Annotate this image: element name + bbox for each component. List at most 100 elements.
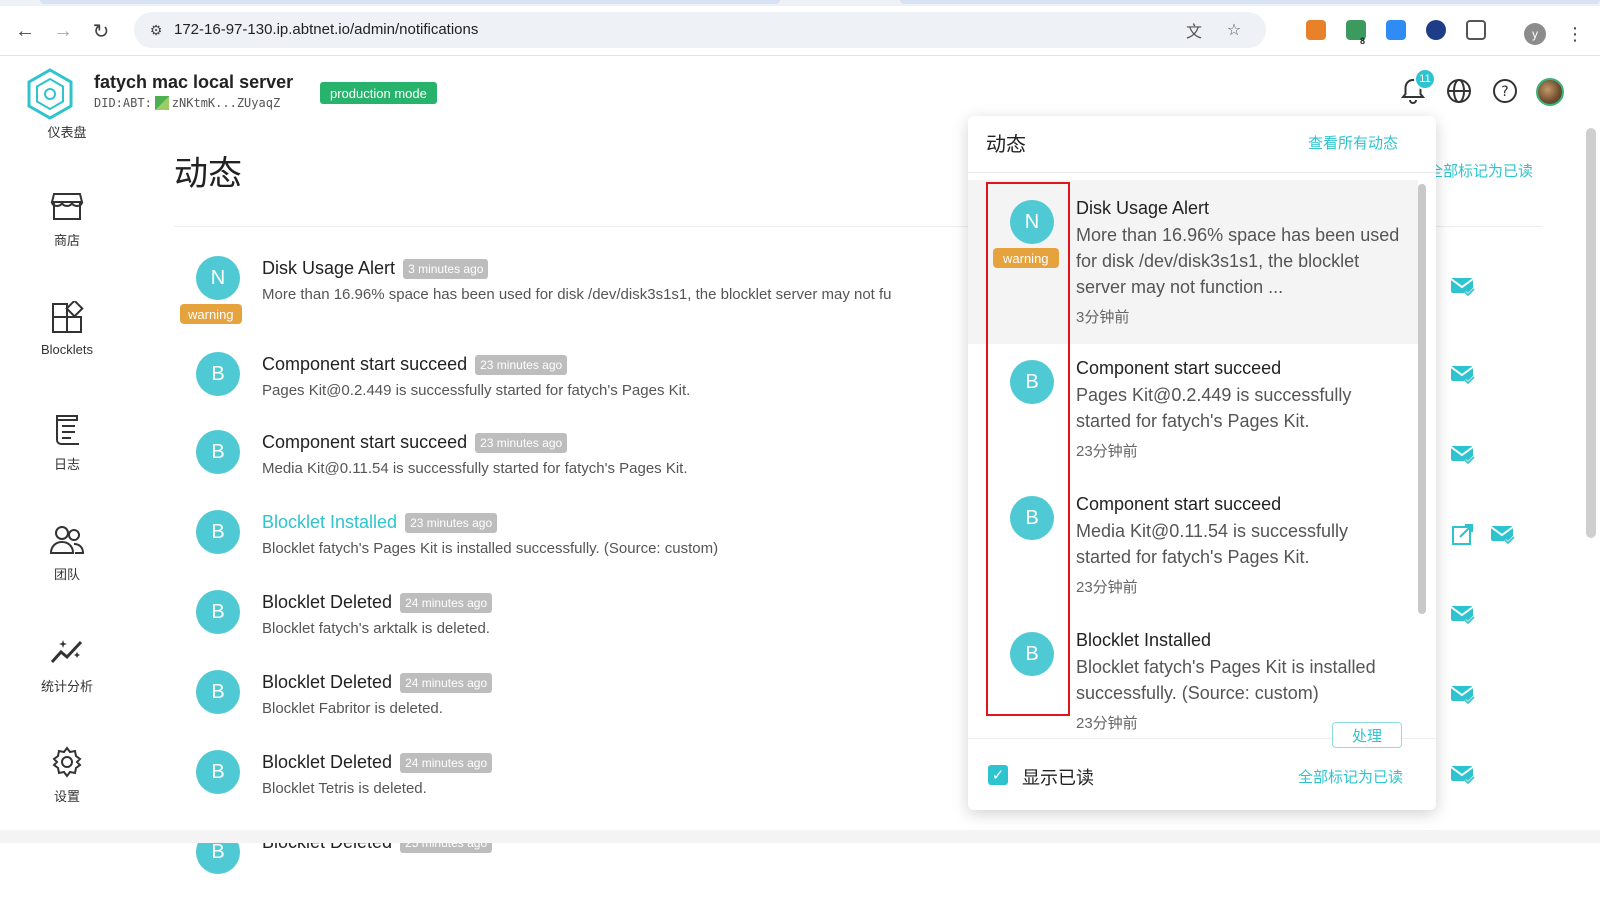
scrollbar-thumb[interactable] [1418, 184, 1426, 614]
sidebar-item-logs[interactable]: 日志 [22, 412, 112, 473]
sidebar-item-label: 统计分析 [40, 679, 93, 694]
sidebar-item-team[interactable]: 团队 [22, 522, 112, 583]
sidebar-item-label: 商店 [53, 233, 80, 248]
notification-title: Disk Usage Alert [262, 258, 396, 278]
site-settings-icon[interactable]: ⚙ [146, 20, 166, 40]
reload-icon[interactable]: ↻ [88, 18, 114, 44]
panel-item-desc: Pages Kit@0.2.449 is successfully starte… [1076, 385, 1352, 431]
mark-all-read-button[interactable]: 全部标记为已读 [1298, 766, 1403, 787]
panel-scrollbar[interactable] [1418, 180, 1426, 738]
extensions-puzzle-icon[interactable] [1466, 20, 1486, 40]
extension-blue-card-icon[interactable] [1386, 20, 1406, 40]
mark-read-icon[interactable] [1450, 276, 1476, 298]
metamask-fox-icon[interactable] [1306, 20, 1326, 40]
divider [968, 172, 1436, 173]
highlight-box [986, 182, 1070, 716]
page-title: 动态 [174, 155, 242, 193]
translate-icon[interactable]: 文 [1184, 20, 1204, 41]
notification-row[interactable]: N warning Disk Usage Alert 3 minutes ago … [180, 256, 996, 326]
blocklet-server-logo[interactable] [26, 68, 74, 120]
notification-title: Blocklet Deleted [262, 752, 393, 772]
mark-read-icon[interactable] [1450, 604, 1476, 626]
extension-check-icon[interactable] [1426, 20, 1446, 40]
time-badge: 24 minutes ago [400, 752, 493, 773]
time-badge: 23 minutes ago [405, 512, 498, 533]
mark-all-read-link[interactable]: 全部标记为已读 [1428, 160, 1533, 181]
sidebar-item-settings[interactable]: 设置 [22, 744, 112, 805]
sender-avatar: B [196, 510, 240, 554]
notification-row[interactable]: B Component start succeed 23 minutes ago … [196, 430, 996, 500]
panel-item-time: 23分钟前 [1076, 443, 1138, 460]
sidebar-item-blocklets[interactable]: Blocklets [22, 300, 112, 357]
notification-desc: More than 16.96% space has been used for… [262, 286, 892, 303]
time-badge: 23 minutes ago [475, 354, 568, 375]
sidebar-item-dashboard[interactable]: 仪表盘 [22, 122, 112, 141]
panel-item-time: 23分钟前 [1076, 579, 1138, 596]
handle-button[interactable]: 处理 [1332, 722, 1402, 748]
notification-row[interactable]: B Blocklet Deleted 24 minutes ago Blockle… [196, 590, 996, 660]
analytics-icon [49, 634, 85, 670]
server-name: fatych mac local server [94, 72, 294, 92]
team-icon [49, 522, 85, 558]
language-globe-icon[interactable] [1444, 76, 1474, 106]
forward-arrow-icon[interactable]: → [50, 18, 76, 44]
time-badge: 3 minutes ago [403, 258, 489, 279]
settings-gear-icon [49, 744, 85, 780]
bookmark-star-icon[interactable]: ☆ [1224, 20, 1244, 40]
time-badge: 24 minutes ago [400, 672, 493, 693]
notification-title: Component start succeed [262, 432, 468, 452]
user-avatar[interactable] [1536, 78, 1564, 106]
panel-item-title: Blocklet Installed [1076, 630, 1212, 650]
url-text[interactable]: 172-16-97-130.ip.abtnet.io/admin/notific… [174, 21, 478, 38]
sender-avatar: B [196, 590, 240, 634]
notification-title-link[interactable]: Blocklet Installed [262, 512, 397, 533]
panel-item-title: Component start succeed [1076, 494, 1282, 514]
sidebar-item-store[interactable]: 商店 [22, 188, 112, 249]
did-address[interactable]: DID:ABT: zNKtmK...ZUyaqZ [94, 96, 280, 110]
sidebar-item-label: 设置 [53, 789, 80, 804]
sidebar-item-label: Blocklets [40, 342, 94, 357]
sender-avatar: N [196, 256, 240, 300]
sidebar-item-label: 日志 [53, 457, 80, 472]
sender-avatar: B [196, 750, 240, 794]
notification-desc: Blocklet Tetris is deleted. [262, 780, 427, 797]
notification-title: Blocklet Deleted [262, 592, 393, 612]
warning-badge: warning [180, 304, 242, 324]
sender-avatar: B [196, 430, 240, 474]
logs-icon [49, 412, 85, 448]
sidebar-item-analytics[interactable]: 统计分析 [22, 634, 112, 695]
address-bar[interactable]: ⚙ 172-16-97-130.ip.abtnet.io/admin/notif… [134, 12, 1266, 48]
panel-item-desc: Media Kit@0.11.54 is successfully starte… [1076, 521, 1349, 567]
notification-row[interactable]: B Component start succeed 23 minutes ago … [196, 352, 996, 422]
time-badge: 24 minutes ago [400, 592, 493, 613]
notification-row[interactable]: B Blocklet Deleted 24 minutes ago Blockle… [196, 750, 996, 820]
browser-toolbar: ← → ↻ ⚙ 172-16-97-130.ip.abtnet.io/admin… [0, 6, 1600, 56]
notification-row[interactable]: B Blocklet Deleted 24 minutes ago Blockle… [196, 670, 996, 740]
notification-title: Blocklet Deleted [262, 672, 393, 692]
browser-profile-avatar[interactable]: y [1524, 23, 1546, 45]
page-scrollbar[interactable] [1586, 128, 1596, 538]
mark-read-icon[interactable] [1450, 764, 1476, 786]
blocklets-icon [49, 300, 85, 336]
notification-desc: Blocklet fatych's Pages Kit is installed… [262, 540, 719, 557]
notification-row[interactable]: B Blocklet Installed 23 minutes ago Block… [196, 510, 996, 580]
view-all-link[interactable]: 查看所有动态 [1308, 132, 1398, 153]
mark-read-icon[interactable] [1450, 444, 1476, 466]
bottom-edge [0, 830, 1600, 843]
panel-item-time: 23分钟前 [1076, 715, 1138, 732]
show-read-checkbox[interactable]: ✓ [988, 765, 1008, 785]
did-label: DID:ABT: [94, 96, 152, 110]
notification-title: Component start succeed [262, 354, 468, 374]
notification-desc: Blocklet Fabritor is deleted. [262, 700, 443, 717]
mark-read-icon[interactable] [1450, 364, 1476, 386]
browser-menu-icon[interactable]: ⋮ [1566, 24, 1584, 45]
back-arrow-icon[interactable]: ← [12, 18, 38, 44]
mark-read-icon[interactable] [1490, 524, 1516, 546]
mark-read-icon[interactable] [1450, 684, 1476, 706]
show-read-label[interactable]: 显示已读 [1022, 764, 1094, 790]
notification-desc: Blocklet fatych's arktalk is deleted. [262, 620, 490, 637]
open-external-icon[interactable] [1450, 524, 1476, 546]
panel-title: 动态 [986, 134, 1026, 156]
help-question-icon[interactable]: ? [1490, 76, 1520, 106]
notification-desc: Media Kit@0.11.54 is successfully starte… [262, 460, 688, 477]
